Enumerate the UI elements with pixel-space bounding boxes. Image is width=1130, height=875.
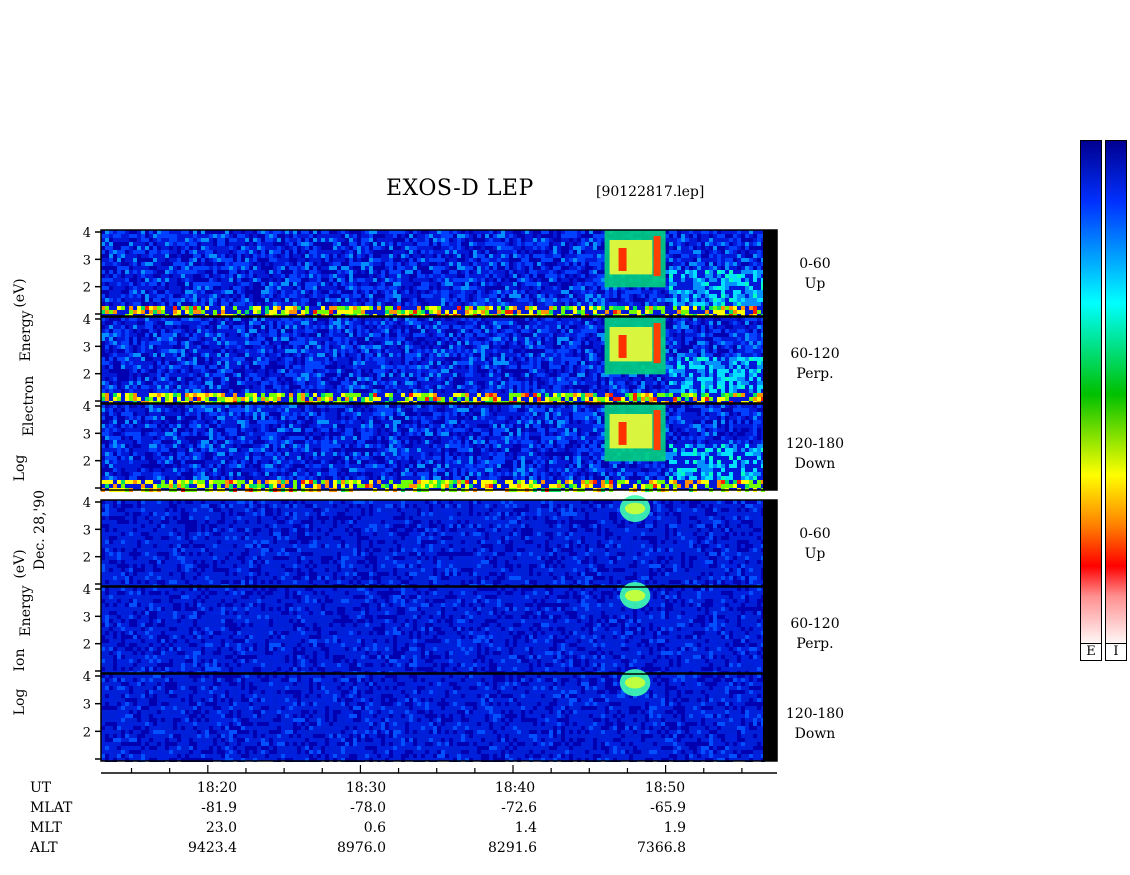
data-gap-strip [763,317,777,403]
spectrogram-panel [100,229,778,318]
feature-burst-core [609,414,653,449]
spectrogram-svg: 2 3 4 2 3 4 2 3 4 2 3 4 2 3 4 2 3 4 [83,226,778,774]
y-tick-label: 4 [83,583,91,598]
ephemeris-row-name: ALT [30,840,58,856]
spectrogram-panel [100,669,778,762]
feature-ion-burst-core [624,676,646,689]
panel-label-i-perp: 60-120 Perp. [780,614,850,654]
feature-burst-peak [653,410,661,451]
alt-value: 9423.4 [188,840,237,856]
data-gap-strip [763,404,777,490]
ion-axis-label-unit: (eV) [12,549,28,579]
electron-axis-label-electron: Electron [21,375,37,437]
mlat-value: -81.9 [201,800,237,816]
spectrogram-panel [100,316,778,405]
alt-value: 7366.8 [637,840,686,856]
ion-axis-label-energy: Energy [18,585,34,637]
y-tick-label: 3 [83,253,91,268]
feature-burst-peak [653,236,661,277]
y-tick-label: 4 [83,670,91,685]
panel-label-i-down: 120-180 Down [780,704,850,744]
panel-label-line1: 0-60 [799,256,831,272]
colorbar-ion-label: I [1105,643,1127,661]
colorbar-ion [1105,140,1127,648]
ion-axis-label-ion: Ion [12,648,28,672]
data-gap-strip [763,230,777,316]
panel-label-line1: 60-120 [790,346,840,362]
panel-label-line2: Down [794,456,836,472]
panel-label-line1: 0-60 [799,526,831,542]
ephemeris-row-name: UT [30,780,52,796]
feature-burst-peak [618,248,627,271]
spectrogram-panel [100,495,778,588]
y-tick-label: 2 [83,725,91,740]
data-gap-strip [763,500,777,586]
y-tick-label: 4 [83,400,91,415]
mlt-value: 23.0 [205,820,237,836]
alt-value: 8291.6 [488,840,537,856]
mlt-value: 1.9 [663,820,686,836]
date-label: Dec. 28,'90 [32,489,48,571]
electron-axis-label-unit: (eV) [12,278,28,308]
y-tick-label: 4 [83,226,91,241]
y-tick-label: 2 [83,638,91,653]
y-tick-label: 4 [83,496,91,511]
panels-group [100,229,778,762]
mlat-value: -78.0 [350,800,386,816]
panel-label-line2: Perp. [796,636,834,652]
y-tick-label: 3 [83,610,91,625]
mlt-value: 1.4 [514,820,537,836]
y-tick-label: 3 [83,427,91,442]
panel-label-e-perp: 60-120 Perp. [780,344,850,384]
panel-label-line2: Up [804,276,826,292]
ut-tick-label: 18:40 [494,780,536,796]
electron-axis-label-log: Log [12,454,28,482]
panel-label-line1: 60-120 [790,616,840,632]
mlat-value: -72.6 [501,800,537,816]
panel-label-line1: 120-180 [785,706,845,722]
mlt-value: 0.6 [363,820,386,836]
feature-burst-core [609,327,653,362]
ion-axis-label-log: Log [12,688,28,716]
panel-label-e-down: 120-180 Down [780,434,850,474]
data-gap-strip [763,587,777,673]
feature-burst-core [609,240,653,275]
panel-label-line2: Up [804,546,826,562]
panel-label-e-up: 0-60 Up [780,254,850,294]
y-tick-label: 3 [83,340,91,355]
y-tick-label: 4 [83,313,91,328]
panel-label-line2: Perp. [796,366,834,382]
ut-tick-label: 18:20 [196,780,238,796]
feature-burst-peak [618,422,627,445]
ephemeris-row-name: MLAT [30,800,73,816]
colorbar-electron [1080,140,1102,648]
alt-value: 8976.0 [337,840,386,856]
y-tick-label: 2 [83,551,91,566]
feature-burst-peak [618,335,627,358]
ephemeris-row-name: MLT [30,820,62,836]
data-gap-strip [763,674,777,761]
panel-label-line2: Down [794,726,836,742]
feature-burst-peak [653,323,661,364]
colorbar-electron-label: E [1080,643,1102,661]
y-tick-label: 3 [83,698,91,713]
spectrogram-panel [100,582,778,675]
feature-ion-burst-core [624,589,646,602]
y-tick-label: 2 [83,455,91,470]
feature-ion-burst-core [624,502,646,515]
panel-label-i-up: 0-60 Up [780,524,850,564]
panel-label-line1: 120-180 [785,436,845,452]
spectrogram-panel [100,403,778,492]
y-tick-label: 2 [83,281,91,296]
y-tick-label: 2 [83,368,91,383]
y-tick-label: 3 [83,523,91,538]
ut-tick-label: 18:30 [345,780,387,796]
ut-tick-label: 18:50 [644,780,686,796]
mlat-value: -65.9 [650,800,686,816]
